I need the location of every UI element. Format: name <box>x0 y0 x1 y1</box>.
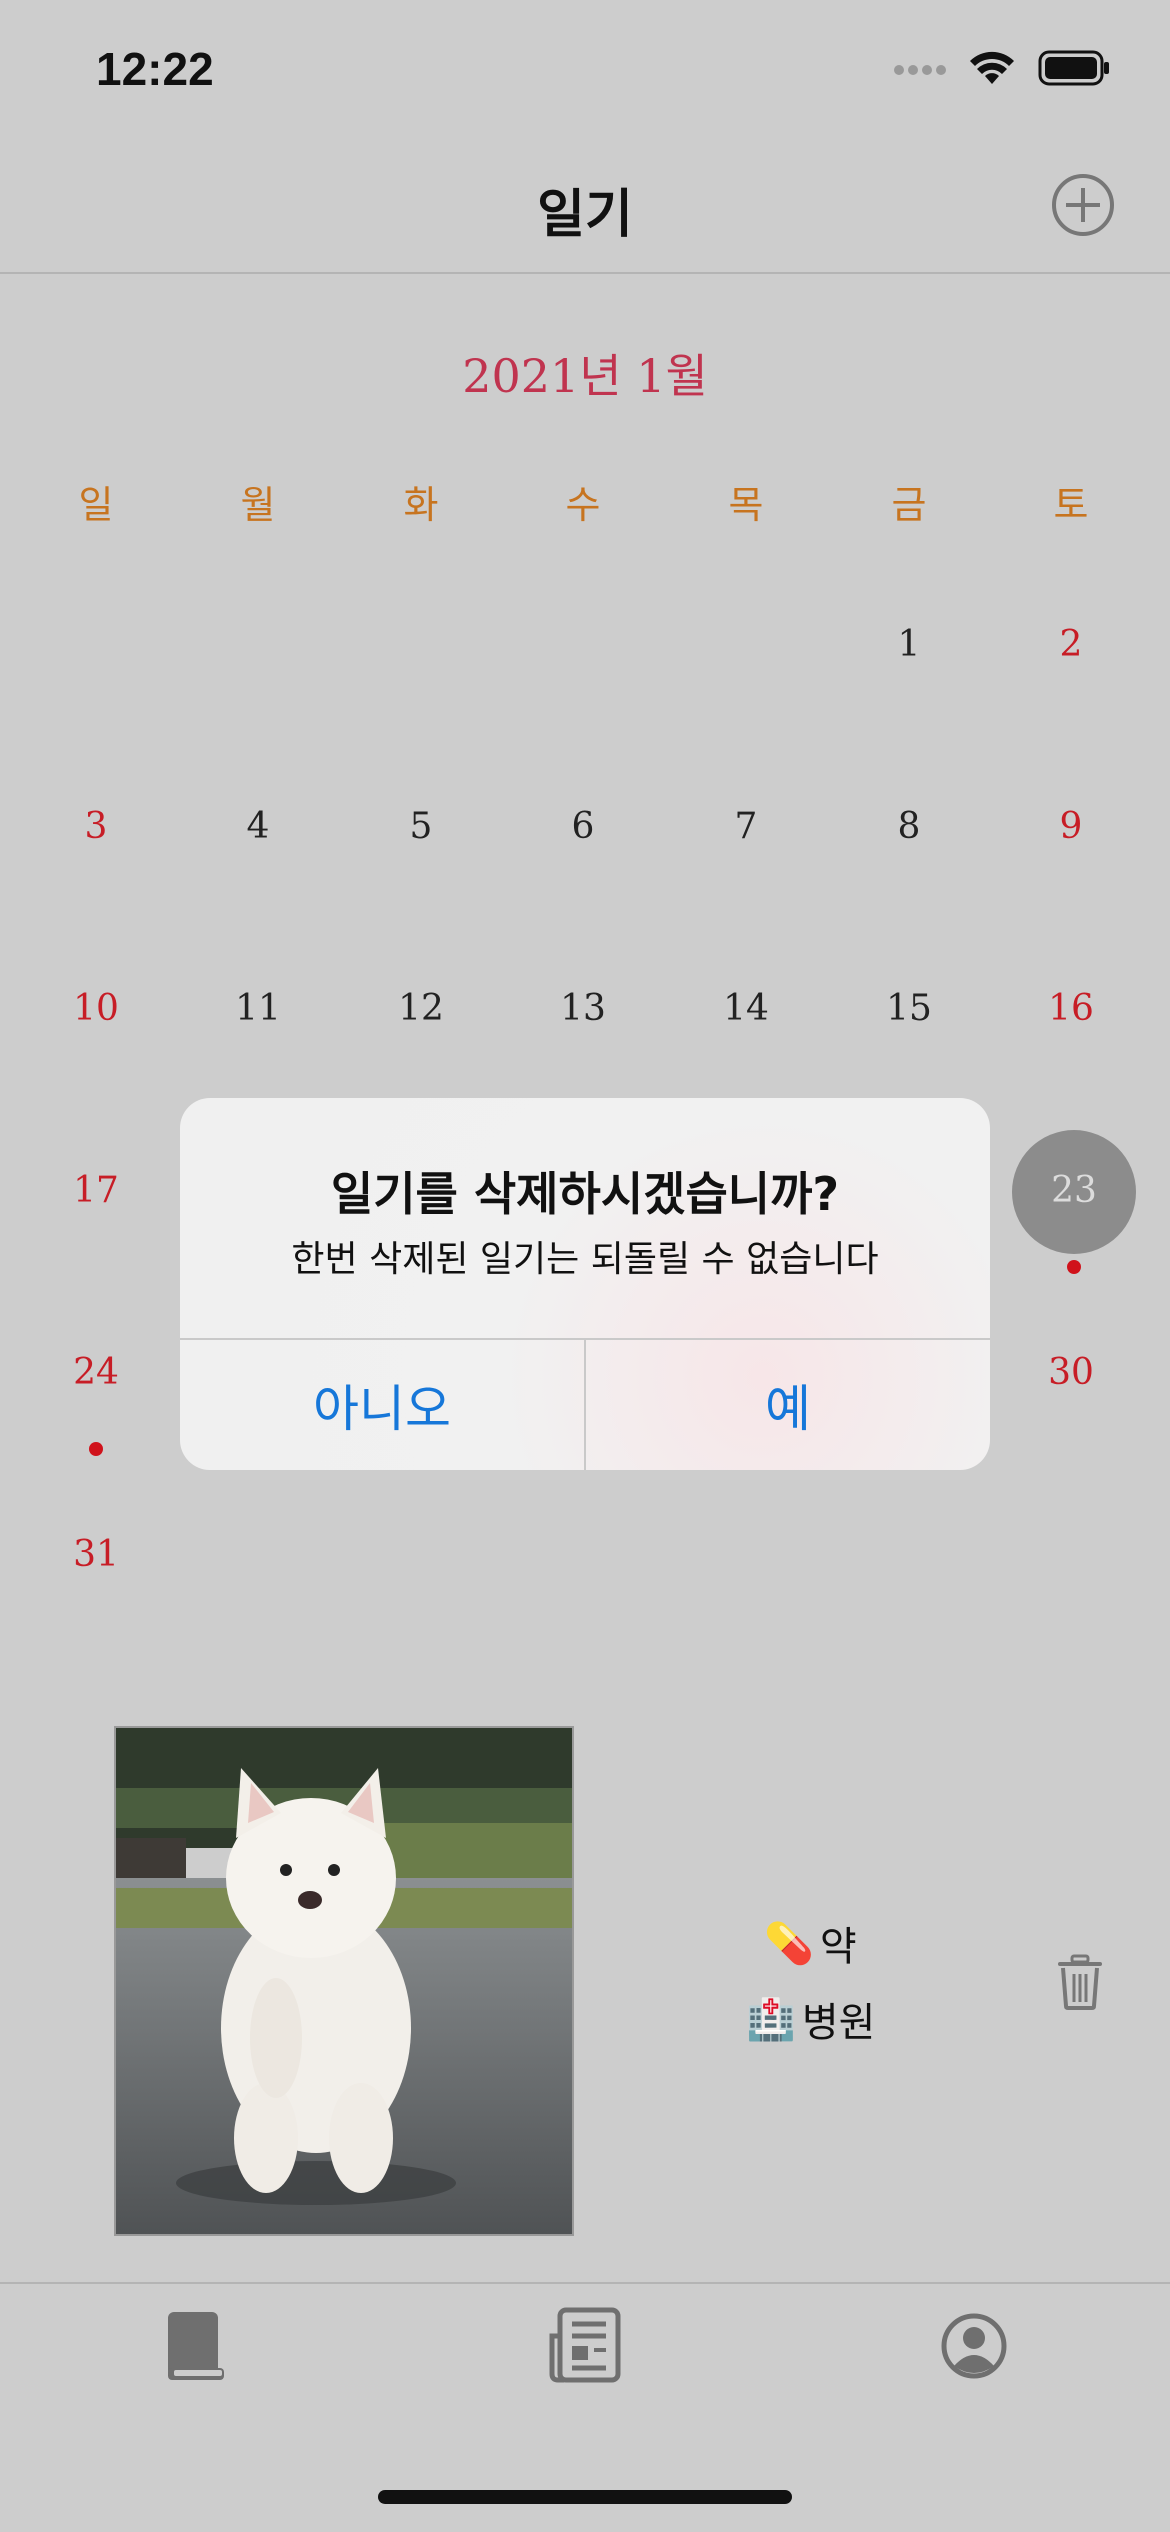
profile-icon <box>941 2313 1007 2379</box>
weekday-sat: 토 <box>1053 483 1089 527</box>
calendar-day[interactable]: 3 <box>15 806 177 847</box>
calendar-day[interactable]: 31 <box>15 1534 177 1575</box>
calendar-day[interactable]: 14 <box>665 988 827 1029</box>
calendar-day[interactable]: 12 <box>340 988 502 1029</box>
tag-label: 약 <box>819 1924 857 1970</box>
calendar-day[interactable]: 7 <box>665 806 827 847</box>
tab-bar-divider <box>0 2282 1170 2284</box>
calendar-day-selected[interactable]: 23 <box>993 1170 1155 1211</box>
pill-icon: 💊 <box>764 1920 814 1967</box>
calendar-day[interactable]: 1 <box>828 624 990 665</box>
delete-entry-button[interactable] <box>1056 1954 1104 2010</box>
calendar-day[interactable]: 2 <box>990 624 1152 665</box>
puppy-photo <box>116 1728 572 2234</box>
tab-profile[interactable] <box>934 2306 1014 2386</box>
diary-photo[interactable] <box>114 1726 574 2236</box>
tab-diary[interactable] <box>156 2306 236 2386</box>
alert-message: 한번 삭제된 일기는 되돌릴 수 없습니다 <box>291 1239 879 1280</box>
home-indicator <box>378 2490 792 2504</box>
battery-icon <box>1038 50 1110 90</box>
add-entry-button[interactable] <box>1052 174 1114 236</box>
tab-feed[interactable] <box>544 2306 624 2386</box>
book-icon <box>168 2312 224 2380</box>
calendar-day[interactable]: 15 <box>828 988 990 1029</box>
tag-label: 병원 <box>801 2000 876 2046</box>
calendar-day[interactable]: 24 <box>15 1352 177 1393</box>
month-title: 2021년 1월 <box>462 349 708 403</box>
confirm-delete-button[interactable]: 예 <box>586 1340 990 1470</box>
entry-dot <box>1067 1260 1081 1274</box>
calendar-day[interactable]: 16 <box>990 988 1152 1029</box>
hospital-icon: 🏥 <box>746 1996 796 2043</box>
calendar-day[interactable]: 5 <box>340 806 502 847</box>
entry-dot <box>89 1442 103 1456</box>
calendar-day[interactable]: 17 <box>15 1170 177 1211</box>
calendar-day[interactable]: 4 <box>177 806 339 847</box>
calendar-day[interactable]: 13 <box>502 988 664 1029</box>
calendar-day[interactable]: 9 <box>990 806 1152 847</box>
page-title: 일기 <box>537 185 633 245</box>
status-icons <box>894 50 1110 90</box>
weekday-mon: 월 <box>240 483 276 527</box>
weekday-sun: 일 <box>78 483 114 527</box>
calendar-day[interactable]: 10 <box>15 988 177 1029</box>
alert-title: 일기를 삭제하시겠습니까? <box>330 1167 840 1221</box>
weekday-tue: 화 <box>403 483 439 527</box>
calendar-day[interactable]: 6 <box>502 806 664 847</box>
status-time: 12:22 <box>96 43 214 95</box>
newspaper-icon <box>549 2307 621 2383</box>
calendar-day[interactable]: 8 <box>828 806 990 847</box>
weekday-thu: 목 <box>728 483 764 527</box>
tag-medicine: 💊 약 <box>764 1914 857 1972</box>
calendar-day[interactable]: 30 <box>990 1352 1152 1393</box>
trash-icon <box>1058 1954 1102 2010</box>
signal-icon <box>894 61 946 80</box>
nav-divider <box>0 272 1170 274</box>
tag-hospital: 🏥 병원 <box>746 1990 875 2048</box>
calendar-day[interactable]: 11 <box>177 988 339 1029</box>
cancel-button[interactable]: 아니오 <box>180 1340 584 1470</box>
weekday-wed: 수 <box>565 483 601 527</box>
weekday-fri: 금 <box>891 483 927 527</box>
wifi-icon <box>968 50 1016 90</box>
delete-confirm-alert: 일기를 삭제하시겠습니까? 한번 삭제된 일기는 되돌릴 수 없습니다 아니오 … <box>180 1098 990 1470</box>
